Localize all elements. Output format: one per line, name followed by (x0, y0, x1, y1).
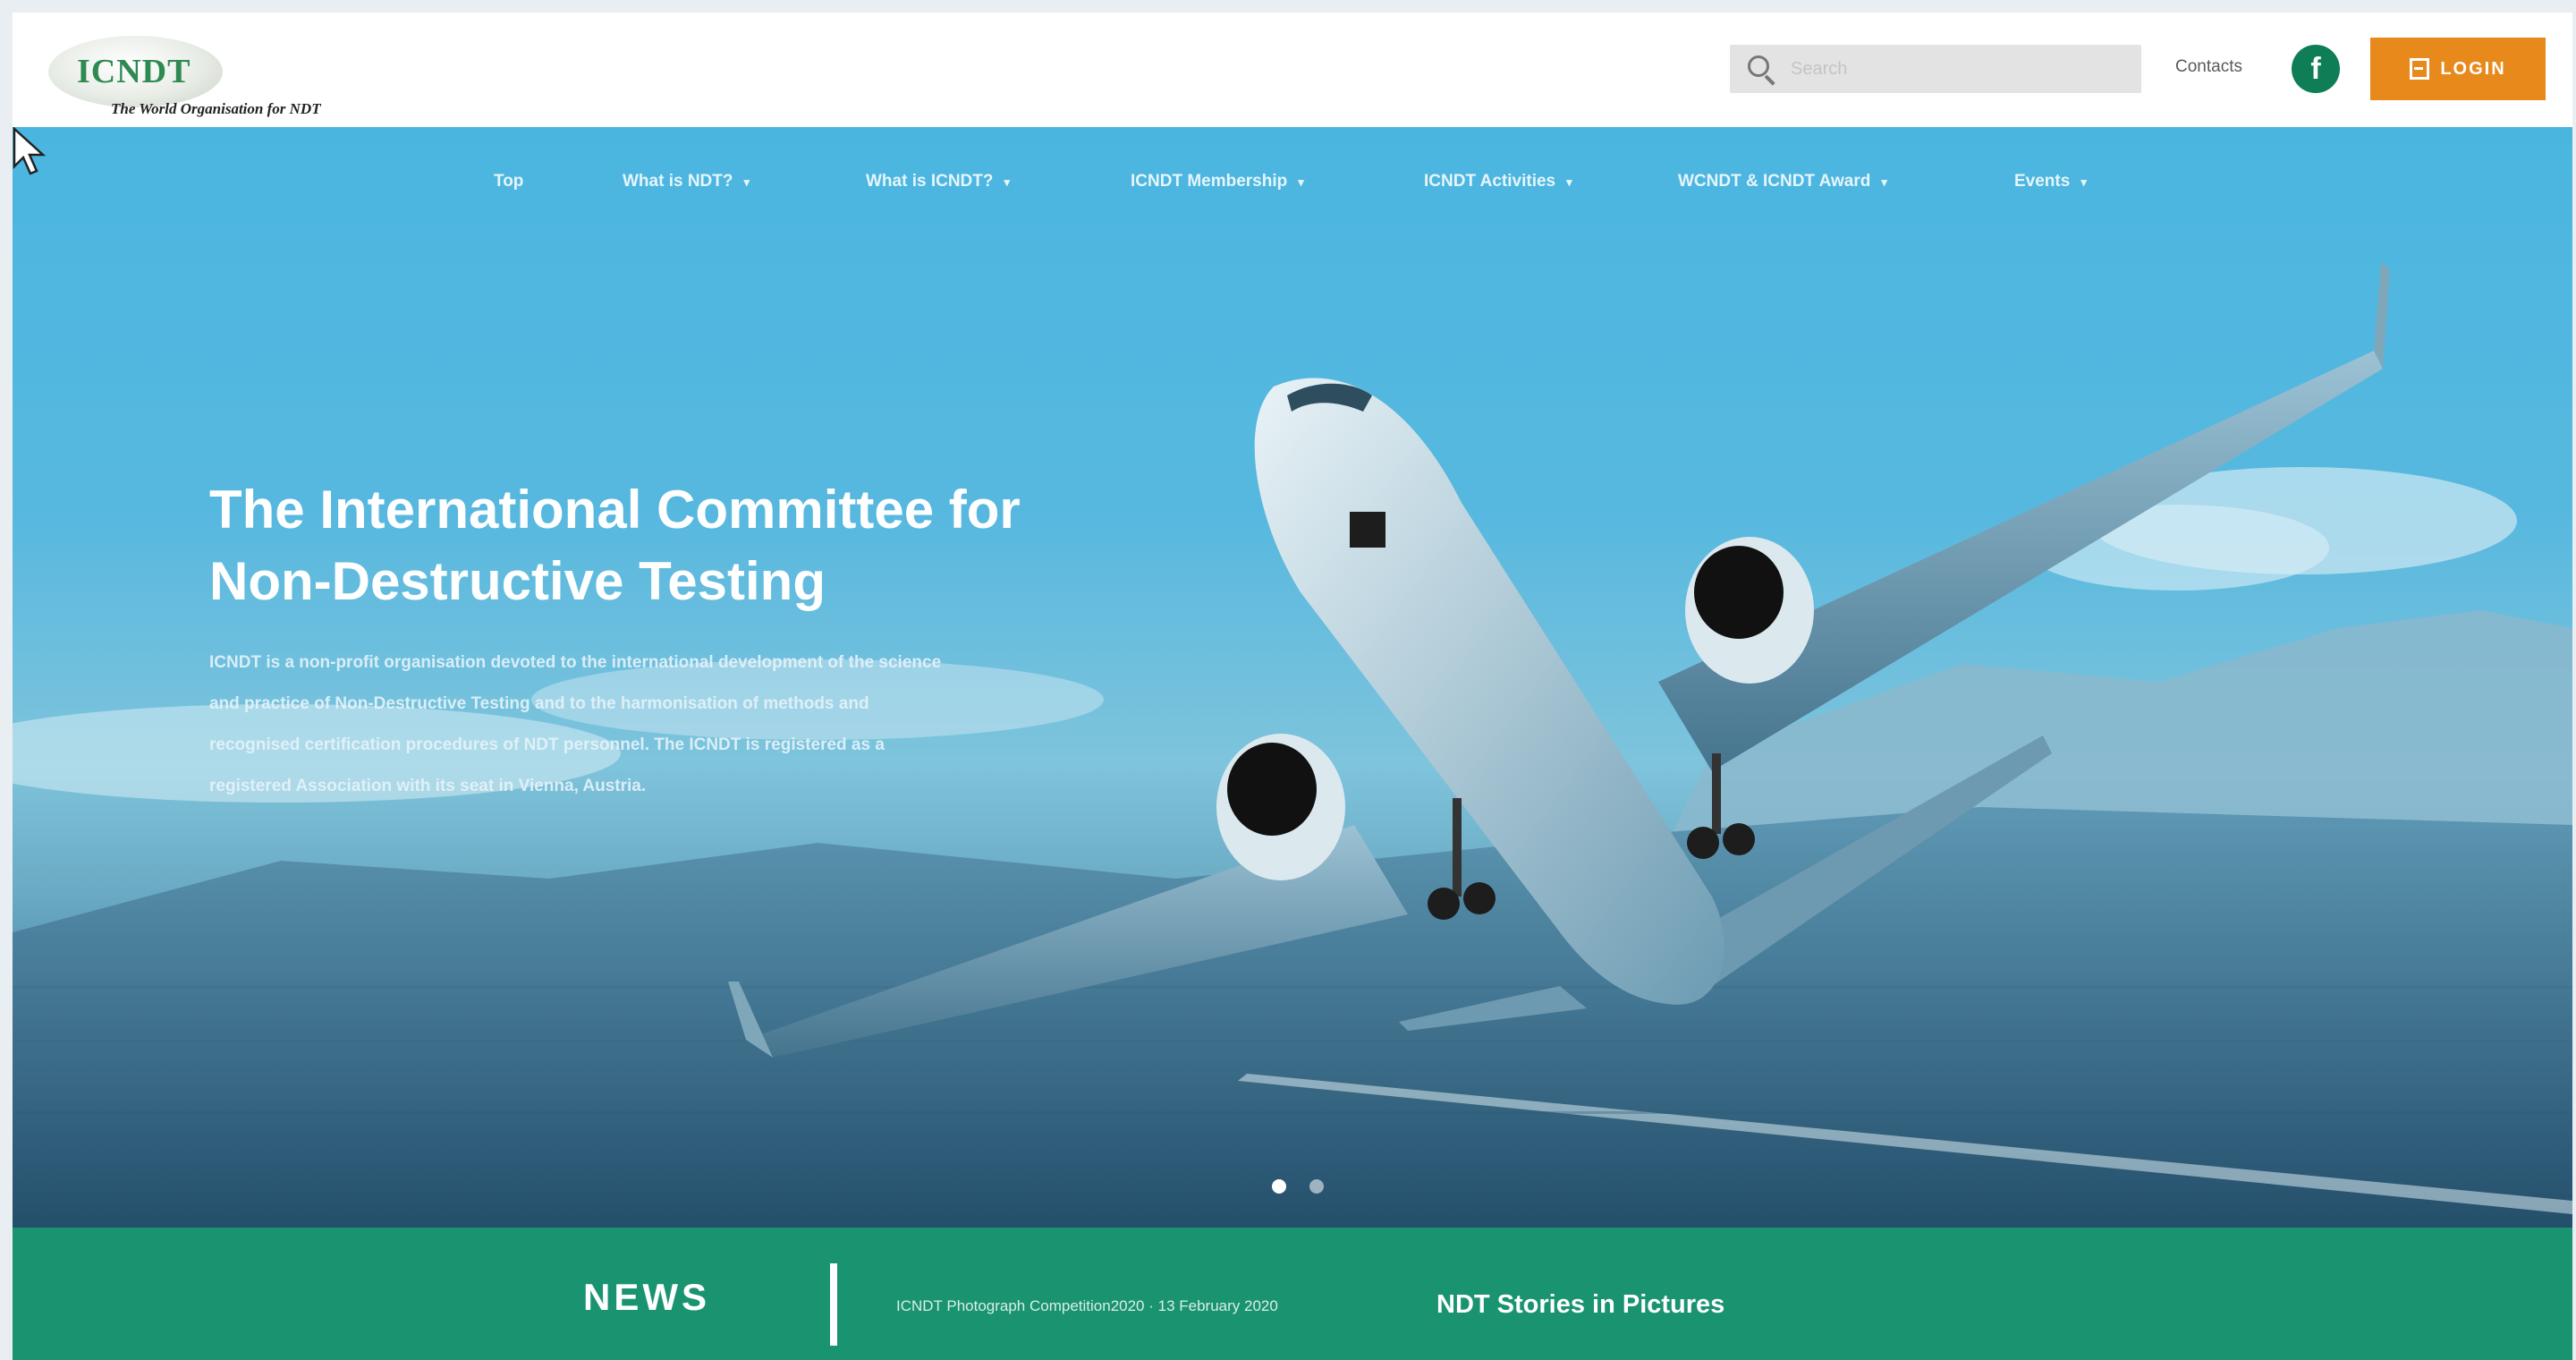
hero-slider: Top What is NDT? ▾ What is ICNDT? ▾ ICNDT … (13, 127, 2572, 1228)
nav-item-what-is-ndt[interactable]: What is NDT? ▾ (623, 172, 750, 191)
nav-item-top[interactable]: Top (494, 172, 523, 191)
hero-description: ICNDT is a non-profit organisation devot… (209, 653, 942, 795)
chevron-down-icon: ▾ (1298, 175, 1304, 189)
browser-viewport: ICNDT The World Organisation for NDT Con… (13, 13, 2572, 1360)
nav-item-wcndt-award[interactable]: WCNDT & ICNDT Award ▾ (1678, 172, 1887, 191)
chevron-down-icon: ▾ (1566, 175, 1572, 189)
facebook-icon[interactable]: f (2292, 45, 2340, 93)
hero-title: The International Committee for Non-Dest… (209, 480, 1021, 611)
nav-item-activities[interactable]: ICNDT Activities ▾ (1424, 172, 1572, 191)
chevron-down-icon: ▾ (1004, 175, 1011, 189)
contacts-link[interactable]: Contacts (2175, 57, 2242, 77)
search-input[interactable] (1791, 58, 2113, 80)
site-header: ICNDT The World Organisation for NDT Con… (13, 13, 2572, 127)
search-box[interactable] (1730, 45, 2141, 93)
chevron-down-icon: ▾ (1881, 175, 1887, 189)
news-title: NEWS (583, 1276, 710, 1318)
chevron-down-icon: ▾ (2080, 175, 2087, 189)
nav-item-membership[interactable]: ICNDT Membership ▾ (1131, 172, 1304, 191)
slider-dot-1[interactable] (1272, 1179, 1286, 1194)
slider-dot-2[interactable] (1309, 1179, 1324, 1194)
slider-pagination (1272, 1179, 1324, 1194)
login-button[interactable]: LOGIN (2370, 38, 2546, 100)
nav-item-what-is-icndt[interactable]: What is ICNDT? ▾ (866, 172, 1010, 191)
login-icon (2410, 58, 2430, 80)
logo-subtitle: The World Organisation for NDT (111, 100, 321, 117)
chevron-down-icon: ▾ (743, 175, 750, 189)
mouse-cursor-icon (13, 127, 47, 175)
search-icon[interactable] (1746, 54, 1776, 86)
login-label: LOGIN (2440, 58, 2506, 79)
news-divider (830, 1263, 837, 1346)
icndt-logo[interactable]: ICNDT The World Organisation for NDT (48, 32, 388, 122)
news-item-date[interactable]: ICNDT Photograph Competition2020 · 13 Fe… (896, 1297, 1278, 1315)
logo-text: ICNDT (77, 53, 191, 90)
news-item-headline[interactable]: NDT Stories in Pictures (1436, 1290, 1724, 1320)
nav-item-events[interactable]: Events ▾ (2014, 172, 2087, 191)
news-bar: NEWS ICNDT Photograph Competition2020 · … (13, 1228, 2572, 1360)
